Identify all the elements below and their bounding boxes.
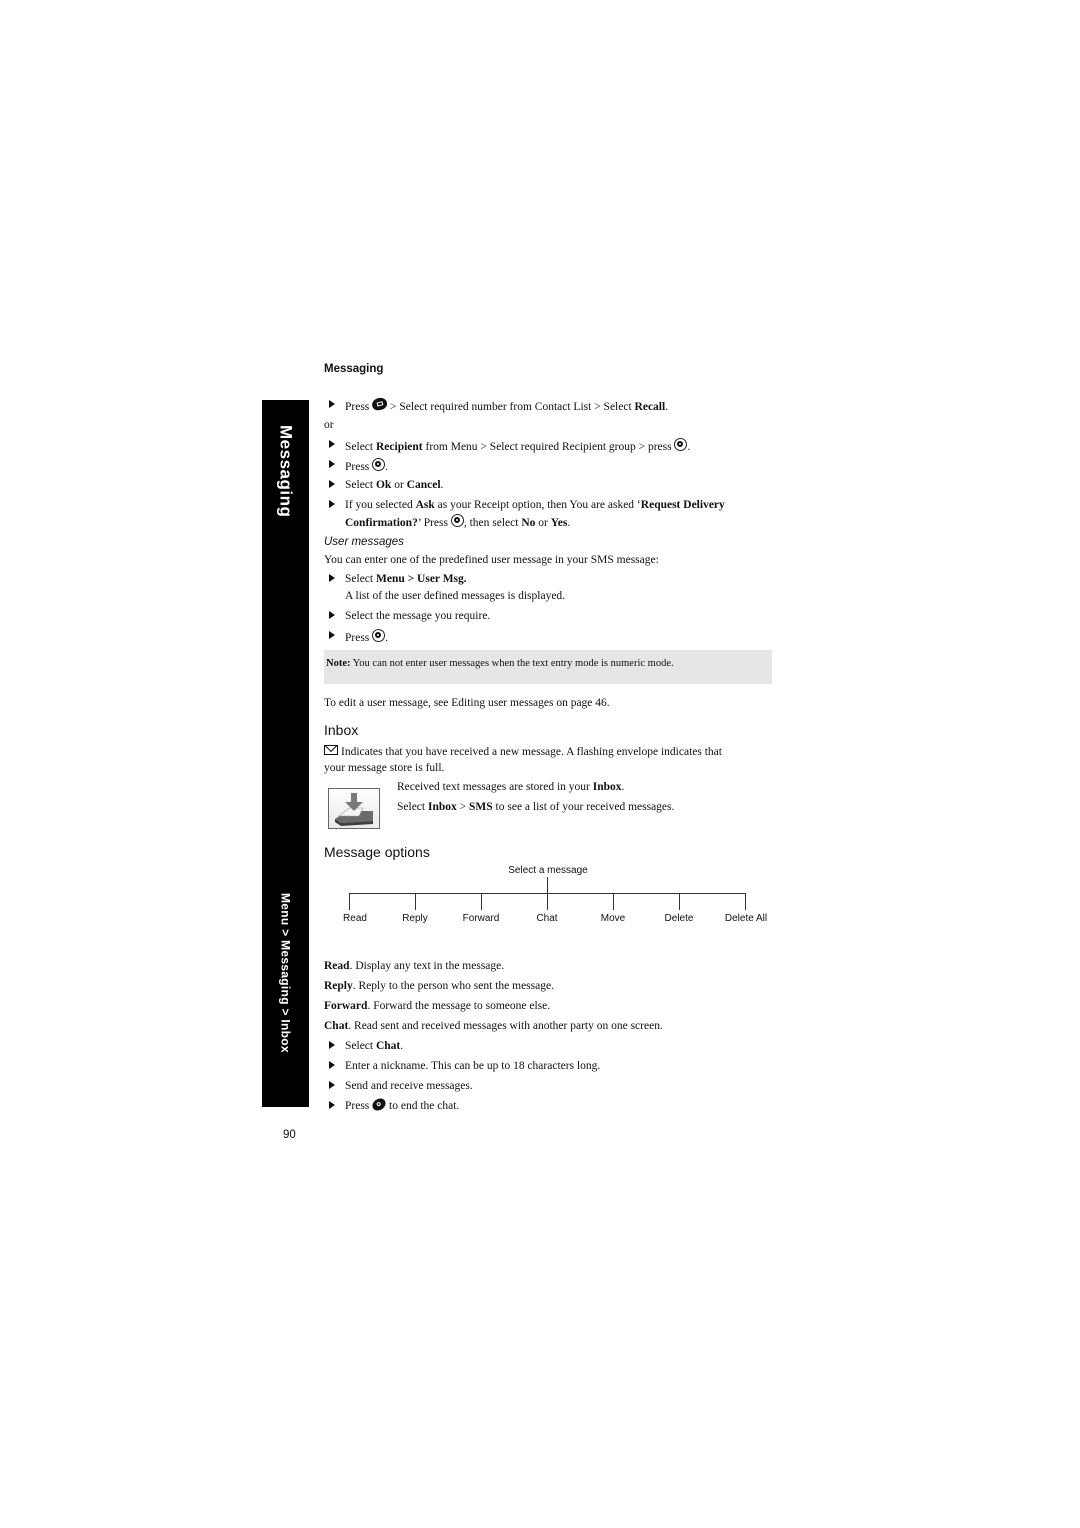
send-key-icon bbox=[370, 396, 389, 412]
bullet-arrow-icon bbox=[329, 631, 335, 639]
step-delivery-confirmation-line2: Confirmation?’ Press , then select No or… bbox=[345, 514, 570, 530]
bullet-arrow-icon bbox=[329, 1061, 335, 1069]
tree-leaf-move: Move bbox=[600, 913, 626, 924]
bullet-arrow-icon bbox=[329, 1041, 335, 1049]
chat-step-end: Press to end the chat. bbox=[345, 1095, 459, 1114]
inbox-envelope-line2: your message store is full. bbox=[324, 762, 445, 774]
tree-leaf-connector bbox=[679, 893, 680, 910]
tree-leaf-delete: Delete bbox=[664, 913, 694, 924]
envelope-icon bbox=[324, 745, 338, 755]
inbox-tray-icon bbox=[328, 788, 380, 829]
chapter-sidebar: Messaging Menu > Messaging > Inbox bbox=[262, 400, 309, 1107]
inbox-envelope-line1: Indicates that you have received a new m… bbox=[324, 745, 722, 759]
step-select-ok-cancel: Select Ok or Cancel. bbox=[345, 479, 444, 491]
tree-leaf-connector bbox=[547, 893, 548, 910]
bullet-arrow-icon bbox=[329, 440, 335, 448]
bullet-arrow-icon bbox=[329, 611, 335, 619]
tree-leaf-read: Read bbox=[343, 913, 367, 924]
tree-root-connector bbox=[547, 877, 548, 893]
option-desc-forward: Forward. Forward the message to someone … bbox=[324, 1000, 551, 1012]
tree-leaf-connector bbox=[349, 893, 350, 910]
ok-key-icon bbox=[372, 629, 386, 642]
tree-leaf-delete-all: Delete All bbox=[724, 913, 768, 924]
inbox-stored-text: Received text messages are stored in you… bbox=[397, 781, 625, 793]
step-select-user-msg: Select Menu > User Msg. bbox=[345, 573, 467, 585]
message-options-tree: Select a message Read Reply Forward Chat… bbox=[324, 862, 780, 932]
step-press-ok: Press . bbox=[345, 458, 388, 474]
chapter-title: Messaging bbox=[276, 425, 296, 518]
chat-step-send-receive: Send and receive messages. bbox=[345, 1080, 473, 1092]
tree-leaf-connector bbox=[613, 893, 614, 910]
edit-user-message-reference: To edit a user message, see Editing user… bbox=[324, 697, 610, 709]
bullet-arrow-icon bbox=[329, 480, 335, 488]
user-messages-intro: You can enter one of the predefined user… bbox=[324, 554, 659, 566]
bullet-arrow-icon bbox=[329, 400, 335, 408]
step-press-recall: Press > Select required number from Cont… bbox=[345, 396, 668, 414]
tree-root-label: Select a message bbox=[508, 865, 588, 876]
note-text: Note: You can not enter user messages wh… bbox=[326, 658, 674, 669]
note-box: Note: You can not enter user messages wh… bbox=[324, 650, 772, 684]
bullet-arrow-icon bbox=[329, 574, 335, 582]
ok-key-icon bbox=[372, 458, 386, 471]
tree-leaf-connector bbox=[415, 893, 416, 910]
user-msg-list-detail: A list of the user defined messages is d… bbox=[345, 590, 566, 602]
step-delivery-confirmation-line1: If you selected Ask as your Receipt opti… bbox=[345, 499, 725, 511]
menu-path: Menu > Messaging > Inbox bbox=[278, 893, 293, 1053]
tree-leaf-connector bbox=[745, 893, 746, 910]
or-text: or bbox=[324, 419, 334, 431]
running-head: Messaging bbox=[324, 363, 384, 375]
option-desc-read: Read. Display any text in the message. bbox=[324, 960, 505, 972]
tree-leaf-reply: Reply bbox=[402, 913, 428, 924]
option-desc-chat: Chat. Read sent and received messages wi… bbox=[324, 1020, 663, 1032]
message-options-heading: Message options bbox=[324, 844, 430, 860]
end-key-icon bbox=[370, 1095, 389, 1114]
inbox-select-sms-text: Select Inbox > SMS to see a list of your… bbox=[397, 801, 675, 813]
tree-leaf-chat: Chat bbox=[536, 913, 558, 924]
tree-leaf-forward: Forward bbox=[462, 913, 500, 924]
chat-step-select: Select Chat. bbox=[345, 1040, 404, 1052]
bullet-arrow-icon bbox=[329, 460, 335, 468]
bullet-arrow-icon bbox=[329, 1101, 335, 1109]
tree-leaf-connector bbox=[481, 893, 482, 910]
step-select-recipient: Select Recipient from Menu > Select requ… bbox=[345, 438, 690, 454]
step-select-message: Select the message you require. bbox=[345, 610, 491, 622]
inbox-heading: Inbox bbox=[324, 722, 359, 738]
user-messages-heading: User messages bbox=[324, 536, 404, 548]
step-press-ok-user-msg: Press . bbox=[345, 629, 388, 645]
bullet-arrow-icon bbox=[329, 1081, 335, 1089]
option-desc-reply: Reply. Reply to the person who sent the … bbox=[324, 980, 554, 992]
page-number: 90 bbox=[283, 1129, 296, 1141]
bullet-arrow-icon bbox=[329, 500, 335, 508]
ok-key-icon bbox=[450, 514, 464, 527]
ok-key-icon bbox=[674, 438, 688, 451]
chat-step-nickname: Enter a nickname. This can be up to 18 c… bbox=[345, 1060, 601, 1072]
